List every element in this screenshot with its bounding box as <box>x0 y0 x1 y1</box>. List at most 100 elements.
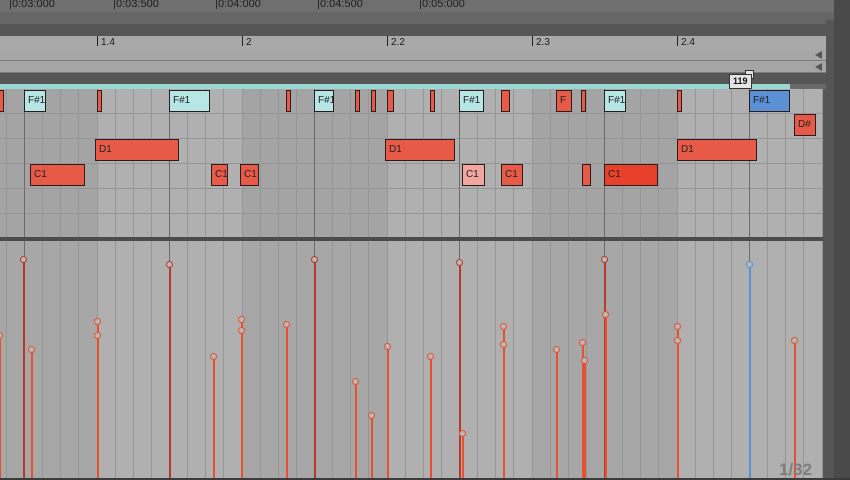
velocity-handle[interactable] <box>602 311 609 318</box>
velocity-handle[interactable] <box>459 430 466 437</box>
midi-clip-editor: 0:03:000 0:03:500 0:04:000 0:04:500 0:05… <box>0 0 850 479</box>
velocity-handle[interactable] <box>0 332 3 339</box>
grid-line <box>405 89 406 237</box>
midi-note[interactable] <box>286 90 291 112</box>
velocity-handle[interactable] <box>352 378 359 385</box>
midi-note[interactable] <box>501 90 510 112</box>
midi-note[interactable]: F#1 <box>314 90 334 112</box>
grid-line <box>133 89 134 237</box>
velocity-stem[interactable] <box>605 315 607 478</box>
grid-line <box>532 241 533 478</box>
velocity-stem[interactable] <box>31 350 33 478</box>
note-grid[interactable]: F#1 F#1 F#1 F#1 F F#1 F#1 D# D1 D1 D1 C1 C1 C1 C1 C1 C1 <box>0 89 823 237</box>
grid-line <box>423 241 424 478</box>
velocity-handle[interactable] <box>28 346 35 353</box>
velocity-handle[interactable] <box>311 256 318 263</box>
velocity-handle[interactable] <box>166 261 173 268</box>
velocity-handle[interactable] <box>210 353 217 360</box>
velocity-handle[interactable] <box>601 256 608 263</box>
velocity-handle[interactable] <box>283 321 290 328</box>
beat-label: 2.2 <box>391 37 405 48</box>
velocity-handle[interactable] <box>368 412 375 419</box>
midi-note[interactable]: D# <box>794 114 816 136</box>
loop-brace-row[interactable] <box>0 50 826 61</box>
velocity-stem[interactable] <box>584 361 586 478</box>
velocity-stem[interactable] <box>794 341 796 478</box>
velocity-handle[interactable] <box>581 357 588 364</box>
velocity-handle[interactable] <box>579 339 586 346</box>
velocity-stem[interactable] <box>23 260 25 478</box>
midi-note[interactable]: C1 <box>211 164 228 186</box>
velocity-stem[interactable] <box>0 336 1 478</box>
velocity-stem[interactable] <box>97 336 99 478</box>
midi-note[interactable] <box>97 90 102 112</box>
velocity-handle[interactable] <box>746 261 753 268</box>
velocity-stem[interactable] <box>387 347 389 478</box>
midi-note[interactable] <box>430 90 435 112</box>
midi-note[interactable] <box>581 90 586 112</box>
midi-note[interactable]: D1 <box>677 139 757 161</box>
grid-line <box>205 241 206 478</box>
velocity-handle[interactable] <box>553 346 560 353</box>
velocity-handle[interactable] <box>20 256 27 263</box>
time-ruler[interactable]: 0:03:000 0:03:500 0:04:000 0:04:500 0:05… <box>0 0 850 12</box>
loop-end-icon[interactable] <box>815 51 822 59</box>
midi-note[interactable] <box>677 90 682 112</box>
midi-note[interactable]: D1 <box>385 139 455 161</box>
midi-note[interactable]: F#1 <box>169 90 210 112</box>
midi-note[interactable] <box>0 90 4 112</box>
velocity-stem[interactable] <box>314 260 316 478</box>
velocity-handle[interactable] <box>94 332 101 339</box>
midi-note[interactable] <box>387 90 394 112</box>
velocity-handle[interactable] <box>238 327 245 334</box>
velocity-stem[interactable] <box>430 357 432 478</box>
midi-note[interactable]: F#1 <box>604 90 626 112</box>
velocity-handle[interactable] <box>238 316 245 323</box>
velocity-stem[interactable] <box>556 350 558 478</box>
velocity-lane[interactable] <box>0 241 823 478</box>
velocity-handle[interactable] <box>674 337 681 344</box>
velocity-handle[interactable] <box>427 353 434 360</box>
midi-note[interactable] <box>355 90 360 112</box>
velocity-stem[interactable] <box>371 416 373 478</box>
velocity-stem[interactable] <box>169 265 171 478</box>
velocity-handle[interactable] <box>674 323 681 330</box>
time-tick <box>10 0 11 9</box>
velocity-stem[interactable] <box>503 345 505 478</box>
midi-note[interactable]: C1 <box>240 164 259 186</box>
velocity-stem[interactable] <box>286 325 288 478</box>
grid-row-line <box>0 163 823 164</box>
midi-note[interactable]: F <box>556 90 572 112</box>
velocity-stem[interactable] <box>213 357 215 478</box>
beat-ruler[interactable]: 1.4 2 2.2 2.3 2.4 <box>0 36 826 51</box>
velocity-handle[interactable] <box>456 259 463 266</box>
midi-note[interactable]: C1 <box>604 164 658 186</box>
midi-note[interactable]: C1 <box>462 164 485 186</box>
clip-end-icon[interactable] <box>815 63 822 71</box>
velocity-handle[interactable] <box>791 337 798 344</box>
midi-note[interactable]: C1 <box>501 164 523 186</box>
midi-note[interactable]: C1 <box>30 164 85 186</box>
velocity-stem[interactable] <box>241 331 243 478</box>
window-edge <box>834 0 850 478</box>
midi-note[interactable]: F#1 <box>24 90 46 112</box>
midi-note[interactable]: D1 <box>95 139 179 161</box>
velocity-stem[interactable] <box>677 341 679 478</box>
velocity-handle[interactable] <box>500 341 507 348</box>
grid-line <box>822 241 823 478</box>
velocity-stem[interactable] <box>459 263 461 478</box>
time-label: 0:03:500 <box>116 0 159 10</box>
midi-note[interactable] <box>582 164 591 186</box>
midi-note[interactable] <box>371 90 376 112</box>
grid-line <box>115 89 116 237</box>
velocity-handle[interactable] <box>500 323 507 330</box>
velocity-handle[interactable] <box>94 318 101 325</box>
vertical-scrollbar[interactable] <box>826 20 834 478</box>
velocity-stem[interactable] <box>749 265 751 478</box>
velocity-handle[interactable] <box>384 343 391 350</box>
midi-note[interactable]: F#1 <box>749 90 790 112</box>
velocity-stem[interactable] <box>355 382 357 478</box>
midi-note[interactable]: F#1 <box>459 90 484 112</box>
velocity-stem[interactable] <box>462 434 464 478</box>
start-marker-row[interactable] <box>0 61 826 73</box>
